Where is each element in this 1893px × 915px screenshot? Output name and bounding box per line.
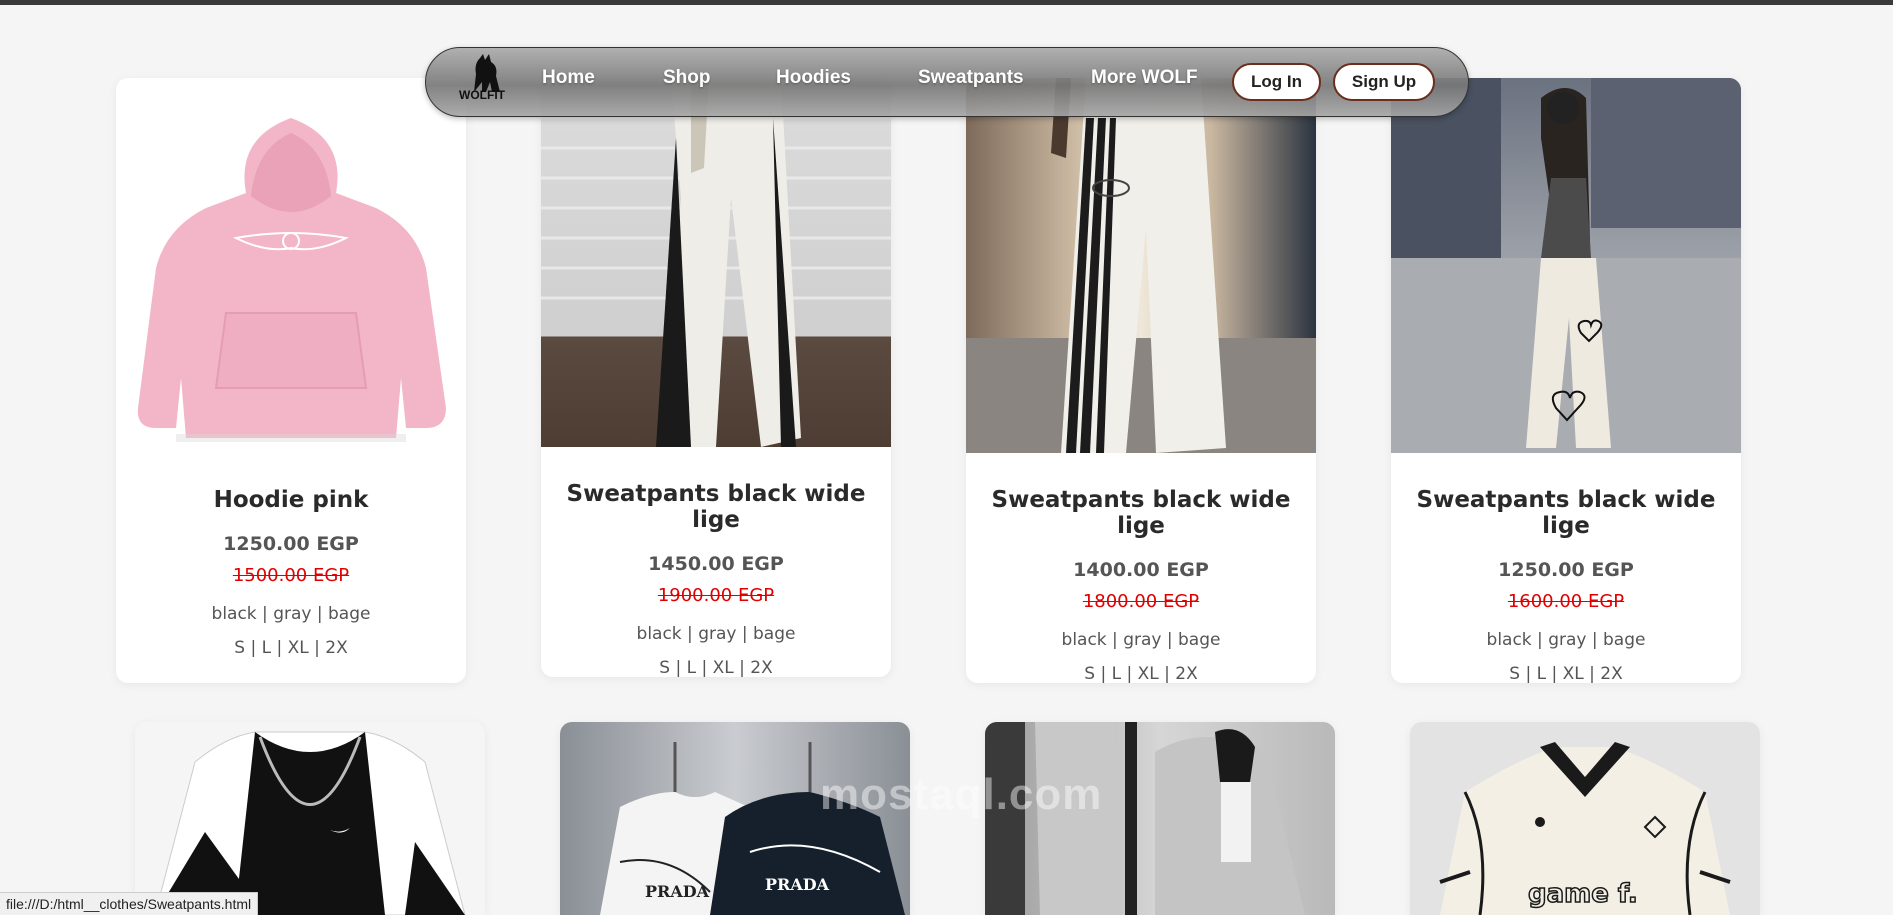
nav-link-shop[interactable]: Shop [663,67,711,89]
jersey-text: game f. [1528,879,1638,909]
product-price: 1400.00 EGP [1073,559,1209,581]
product-old-price: 1500.00 EGP [232,565,350,586]
product-card-sweatpants-3[interactable]: Sweatpants black wide lige 1250.00 EGP 1… [1391,78,1741,683]
prada-text-1: PRADA [645,882,710,901]
product-colors: black | gray | bage [636,624,796,644]
product-old-price: 1900.00 EGP [657,585,775,606]
product-card-sweatpants-2[interactable]: Sweatpants black wide lige 1400.00 EGP 1… [966,78,1316,683]
product-title[interactable]: Hoodie pink [116,487,466,513]
status-bar-url: file:///D:/html__clothes/Sweatpants.html [0,892,259,915]
product-sizes: S | L | XL | 2X [1084,664,1198,683]
product-image[interactable] [966,78,1316,453]
product-image[interactable] [116,78,466,453]
product-old-price: 1600.00 EGP [1507,591,1625,612]
nav-link-sweatpants[interactable]: Sweatpants [918,67,1024,89]
product-card-football-jersey[interactable]: game f. [1410,722,1760,915]
navbar: WOLFIT Home Shop Hoodies Sweatpants More… [425,47,1469,117]
prada-text-2: PRADA [765,875,830,894]
nav-link-more-wolf[interactable]: More WOLF [1091,67,1198,89]
product-sizes: S | L | XL | 2X [659,658,773,677]
product-sizes: S | L | XL | 2X [1509,664,1623,683]
nav-link-hoodies[interactable]: Hoodies [776,67,851,89]
product-old-price: 1800.00 EGP [1082,591,1200,612]
login-button[interactable]: Log In [1232,63,1321,101]
product-price: 1450.00 EGP [648,553,784,575]
product-image[interactable] [1391,78,1741,453]
product-card-nike-sweater[interactable] [135,722,485,915]
product-sizes: S | L | XL | 2X [234,638,348,658]
nav-link-home[interactable]: Home [542,67,595,89]
product-title[interactable]: Sweatpants black wide lige [966,487,1316,539]
wolf-logo-icon[interactable] [456,52,512,112]
product-price: 1250.00 EGP [223,533,359,555]
product-title[interactable]: Sweatpants black wide lige [1391,487,1741,539]
product-colors: black | gray | bage [211,604,371,624]
signup-button[interactable]: Sign Up [1333,63,1435,101]
product-colors: black | gray | bage [1486,630,1646,650]
watermark: mostaql.com [820,770,1103,819]
product-colors: black | gray | bage [1061,630,1221,650]
product-price: 1250.00 EGP [1498,559,1634,581]
product-image[interactable] [135,722,485,915]
product-image[interactable] [541,78,891,447]
browser-top-bar [0,0,1893,5]
logo-text: WOLFIT [459,88,505,102]
product-title[interactable]: Sweatpants black wide lige [541,481,891,533]
product-card-hoodie-pink[interactable]: Hoodie pink 1250.00 EGP 1500.00 EGP blac… [116,78,466,683]
product-image[interactable]: game f. [1410,722,1760,915]
product-card-sweatpants-1[interactable]: Sweatpants black wide lige 1450.00 EGP 1… [541,78,891,677]
